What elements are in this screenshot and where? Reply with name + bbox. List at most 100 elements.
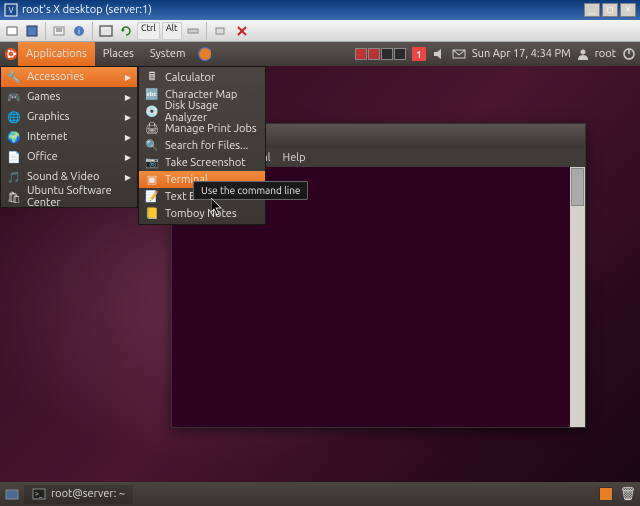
ctrl-key-indicator[interactable]: Ctrl (137, 22, 160, 40)
submenu-item-label: Take Screenshot (165, 157, 246, 169)
workspace-1[interactable] (355, 48, 367, 60)
submenu-item-take-screenshot[interactable]: 📷 Take Screenshot (139, 154, 265, 171)
workspace-2[interactable] (368, 48, 380, 60)
submenu-item-icon: 📷 (145, 156, 159, 170)
refresh-icon[interactable] (117, 22, 135, 40)
user-indicator-icon[interactable] (577, 48, 589, 60)
host-window-titlebar: V root's X desktop (server:1) _ □ × (0, 0, 640, 20)
maximize-button[interactable]: □ (602, 3, 618, 17)
submenu-item-icon: ▣ (145, 173, 159, 187)
workspace-4[interactable] (394, 48, 406, 60)
main-menu-item-sound-video[interactable]: 🎵 Sound & Video ▶ (1, 167, 137, 187)
menu-item-label: Graphics (27, 111, 69, 123)
menu-item-icon: 📄 (7, 150, 21, 164)
minimize-button[interactable]: _ (584, 3, 600, 17)
submenu-item-icon: 💿 (145, 105, 159, 119)
scrollbar-thumb[interactable] (571, 168, 584, 206)
notification-badge[interactable]: 1 (412, 47, 426, 61)
main-menu-item-accessories[interactable]: 🔧 Accessories ▶ (1, 67, 137, 87)
menu-item-label: Sound & Video (27, 171, 99, 183)
menu-item-label: Accessories (27, 71, 84, 83)
volume-icon[interactable] (432, 47, 446, 61)
clock[interactable]: Sun Apr 17, 4:34 PM (472, 48, 571, 60)
menu-item-icon: 🛍 (7, 190, 21, 204)
svg-text:V: V (8, 6, 13, 15)
system-menu[interactable]: System (142, 42, 194, 66)
submenu-arrow-icon: ▶ (125, 93, 131, 102)
submenu-arrow-icon: ▶ (125, 133, 131, 142)
submenu-item-icon: 🖩 (145, 71, 159, 85)
menu-item-label: Ubuntu Software Center (27, 185, 131, 209)
menu-item-icon: 🎵 (7, 170, 21, 184)
menu-item-icon: 🌐 (7, 110, 21, 124)
terminal-menu-help[interactable]: Help (283, 152, 306, 164)
submenu-item-label: Disk Usage Analyzer (165, 100, 259, 124)
terminal-icon: >_ (32, 487, 46, 501)
terminal-scrollbar[interactable] (570, 167, 585, 427)
menu-item-icon: 🎮 (7, 90, 21, 104)
submenu-item-manage-print-jobs[interactable]: 🖨 Manage Print Jobs (139, 120, 265, 137)
options-icon[interactable] (50, 22, 68, 40)
username-label[interactable]: root (595, 48, 616, 60)
main-menu-item-games[interactable]: 🎮 Games ▶ (1, 87, 137, 107)
menu-item-icon: 🌍 (7, 130, 21, 144)
tooltip: Use the command line (193, 181, 308, 200)
close-button[interactable]: × (620, 3, 636, 17)
taskbar-label: root@server: ~ (51, 488, 125, 500)
show-desktop-icon[interactable] (4, 486, 20, 502)
disconnect-icon[interactable] (233, 22, 251, 40)
submenu-arrow-icon: ▶ (125, 173, 131, 182)
send-cad-icon[interactable] (184, 22, 202, 40)
svg-text:>_: >_ (35, 490, 43, 498)
new-connection-icon[interactable] (3, 22, 21, 40)
info-icon[interactable]: i (70, 22, 88, 40)
gnome-bottom-panel: >_ root@server: ~ 🗑 (0, 482, 640, 506)
fullscreen-icon[interactable] (97, 22, 115, 40)
alt-key-indicator[interactable]: Alt (162, 22, 182, 40)
submenu-item-label: Manage Print Jobs (165, 123, 257, 135)
submenu-arrow-icon: ▶ (125, 153, 131, 162)
host-window-title: root's X desktop (server:1) (22, 4, 152, 16)
submenu-item-label: Tomboy Notes (165, 208, 237, 220)
menu-item-label: Office (27, 151, 58, 163)
remote-desktop: Applications Places System 1 Sun Apr 17,… (0, 42, 640, 506)
submenu-item-disk-usage-analyzer[interactable]: 💿Disk Usage Analyzer (139, 103, 265, 120)
places-menu[interactable]: Places (95, 42, 142, 66)
mail-icon[interactable] (452, 47, 466, 61)
submenu-arrow-icon: ▶ (125, 113, 131, 122)
submenu-item-search-for-files-[interactable]: 🔍Search for Files... (139, 137, 265, 154)
submenu-item-icon: 📒 (145, 207, 159, 221)
submenu-item-icon: 🔍 (145, 139, 159, 153)
ubuntu-logo-icon[interactable] (4, 47, 18, 61)
submenu-item-icon: 📝 (145, 190, 159, 204)
main-menu-item-ubuntu-software-center[interactable]: 🛍 Ubuntu Software Center (1, 187, 137, 207)
menu-label: Places (103, 48, 134, 60)
main-menu-item-office[interactable]: 📄 Office ▶ (1, 147, 137, 167)
main-menu-item-graphics[interactable]: 🌐 Graphics ▶ (1, 107, 137, 127)
submenu-item-tomboy-notes[interactable]: 📒 Tomboy Notes (139, 205, 265, 222)
applications-dropdown: 🔧 Accessories ▶ 🎮 Games ▶ 🌐 Graphics ▶ 🌍 Internet ▶… (0, 66, 138, 208)
shutdown-icon[interactable] (622, 47, 636, 61)
trash-icon[interactable]: 🗑 (619, 487, 636, 502)
svg-text:i: i (78, 27, 80, 36)
submenu-item-label: Calculator (165, 72, 215, 84)
main-menu-item-internet[interactable]: 🌍 Internet ▶ (1, 127, 137, 147)
save-icon[interactable] (23, 22, 41, 40)
workspace-3[interactable] (381, 48, 393, 60)
taskbar-terminal[interactable]: >_ root@server: ~ (24, 485, 133, 504)
workspace-switcher-top[interactable] (355, 48, 406, 60)
submenu-item-icon: 🔤 (145, 88, 159, 102)
firefox-icon[interactable] (197, 47, 211, 61)
submenu-arrow-icon: ▶ (125, 73, 131, 82)
send-key-icon[interactable] (211, 22, 229, 40)
menu-label: Applications (26, 48, 87, 60)
applications-menu[interactable]: Applications (18, 42, 95, 66)
workspace-indicator[interactable] (599, 487, 613, 501)
submenu-item-calculator[interactable]: 🖩 Calculator (139, 69, 265, 86)
accessories-submenu: 🖩Calculator🔤Character Map💿Disk Usage Ana… (138, 66, 266, 225)
menu-item-label: Internet (27, 131, 67, 143)
submenu-item-icon: 🖨 (145, 122, 159, 136)
menu-label: System (150, 48, 186, 60)
menu-item-label: Games (27, 91, 60, 103)
menu-item-icon: 🔧 (7, 70, 21, 84)
